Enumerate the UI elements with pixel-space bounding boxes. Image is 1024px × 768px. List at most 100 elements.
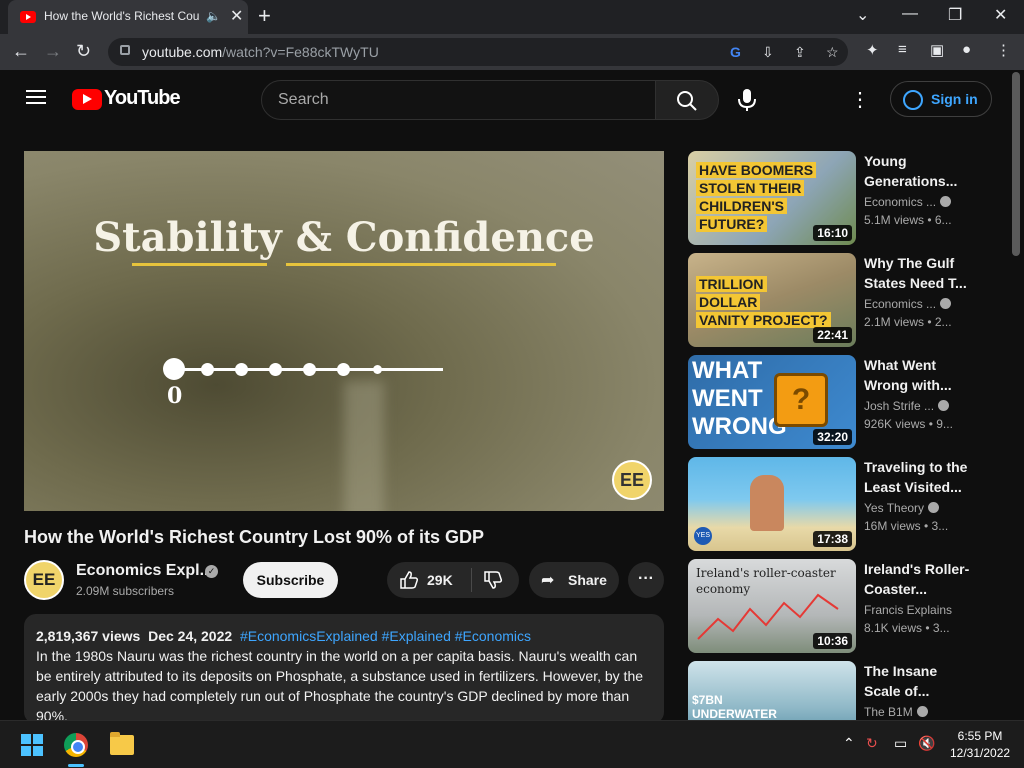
video-title[interactable]: Ireland's Roller-Coaster... [864, 559, 974, 599]
like-count: 29K [427, 572, 453, 588]
chrome-taskbar-icon[interactable] [64, 733, 88, 757]
windows-start-icon[interactable] [21, 734, 43, 756]
channel-name[interactable]: The B1M [864, 705, 974, 719]
new-tab-button[interactable]: + [258, 3, 271, 29]
channel-name[interactable]: Francis Explains [864, 603, 974, 617]
forward-arrow-icon[interactable]: → [44, 41, 62, 62]
timeline-dot [163, 358, 185, 380]
close-window-button[interactable]: ✕ [994, 5, 1007, 25]
loot-box-image: ? [774, 373, 828, 427]
recommended-video[interactable]: HAVE BOOMERS STOLEN THEIR CHILDREN'S FUT… [688, 151, 988, 245]
video-player[interactable]: Stability & Confidence 0 EE [24, 151, 664, 511]
view-stats: 5.1M views • 6... [864, 213, 952, 227]
timeline-dot [373, 365, 382, 374]
url-text[interactable]: youtube.com/watch?v=Fe88ckTWyTU [142, 44, 379, 60]
thumbnail-text: HAVE BOOMERS STOLEN THEIR CHILDREN'S FUT… [696, 161, 817, 233]
video-thumbnail[interactable]: YES 17:38 [688, 457, 856, 551]
video-thumbnail[interactable]: Ireland's roller-coaster economy 10:36 [688, 559, 856, 653]
video-thumbnail[interactable]: $7BN UNDERWATER [688, 661, 856, 720]
view-stats: 926K views • 9... [864, 417, 953, 431]
recommended-video[interactable]: YES 17:38 Traveling to the Least Visited… [688, 457, 988, 551]
video-title[interactable]: Why The Gulf States Need T... [864, 253, 974, 293]
channel-logo-icon: YES [694, 527, 712, 545]
channel-avatar[interactable]: EE [24, 560, 64, 600]
side-panel-icon[interactable]: ▣ [930, 41, 944, 59]
thumbs-down-icon [484, 571, 503, 589]
thumbnail-text: WHAT WENT WRONG [692, 357, 787, 440]
tray-expand-icon[interactable]: ⌃ [843, 735, 855, 752]
install-icon[interactable]: ⇩ [762, 44, 774, 61]
dislike-button[interactable] [483, 571, 503, 592]
title-underline [286, 263, 556, 266]
search-input[interactable]: Search [261, 80, 656, 120]
description-meta: 2,819,367 views Dec 24, 2022 #EconomicsE… [36, 626, 652, 646]
reload-icon[interactable]: ↻ [76, 41, 91, 62]
background-blur [344, 381, 384, 511]
menu-hamburger-icon[interactable] [26, 90, 46, 104]
recommended-video[interactable]: TRILLION DOLLAR VANITY PROJECT? 22:41 Wh… [688, 253, 988, 347]
search-button[interactable] [655, 80, 719, 120]
lock-icon[interactable] [120, 45, 130, 55]
minimize-button[interactable]: — [902, 5, 918, 23]
network-icon[interactable]: ▭ [894, 735, 907, 752]
video-title[interactable]: The Insane Scale of... [864, 661, 974, 701]
recommended-video[interactable]: Ireland's roller-coaster economy 10:36 I… [688, 559, 988, 653]
recommended-video[interactable]: $7BN UNDERWATER The Insane Scale of... T… [688, 661, 988, 720]
restore-button[interactable]: ❐ [948, 5, 962, 25]
like-button[interactable] [399, 571, 419, 592]
verified-check-icon: ✓ [205, 565, 218, 578]
tab-close-icon[interactable]: ✕ [230, 6, 243, 26]
recommended-video[interactable]: WHAT WENT WRONG ? 32:20 What Went Wrong … [688, 355, 988, 449]
timeline-dot [201, 363, 214, 376]
channel-watermark[interactable]: EE [612, 460, 652, 500]
video-title[interactable]: Traveling to the Least Visited... [864, 457, 974, 497]
description-box[interactable]: 2,819,367 views Dec 24, 2022 #EconomicsE… [24, 614, 664, 724]
bookmark-star-icon[interactable]: ☆ [826, 44, 839, 61]
youtube-favicon-icon [20, 11, 36, 23]
channel-name[interactable]: Economics ... [864, 297, 974, 311]
browser-tab[interactable]: How the World's Richest Cou 🔈 ✕ [8, 0, 248, 34]
video-thumbnail[interactable]: WHAT WENT WRONG ? 32:20 [688, 355, 856, 449]
video-thumbnail[interactable]: HAVE BOOMERS STOLEN THEIR CHILDREN'S FUT… [688, 151, 856, 245]
page-scrollbar[interactable] [1008, 70, 1024, 720]
active-app-indicator [68, 764, 84, 767]
subscriber-count: 2.09M subscribers [76, 584, 175, 598]
more-actions-button[interactable]: ··· [628, 562, 664, 598]
extensions-icon[interactable]: ✦ [866, 41, 879, 59]
subscribe-button[interactable]: Subscribe [243, 562, 338, 598]
hashtags[interactable]: #EconomicsExplained #Explained #Economic… [240, 628, 531, 644]
verified-check-icon [938, 400, 950, 411]
scrollbar-thumb[interactable] [1012, 72, 1020, 256]
channel-name[interactable]: Josh Strife ... [864, 399, 974, 413]
sign-in-button[interactable]: Sign in [890, 81, 992, 117]
share-page-icon[interactable]: ⇪ [794, 44, 806, 61]
voice-search-button[interactable] [727, 80, 767, 120]
share-button[interactable]: ➦ Share [529, 562, 619, 598]
video-title[interactable]: Young Generations... [864, 151, 974, 191]
google-lens-icon[interactable]: G [730, 44, 741, 60]
volume-muted-icon[interactable]: 🔇 [918, 735, 935, 752]
search-icon [677, 91, 697, 111]
channel-name[interactable]: Economics ... [864, 195, 974, 209]
profile-icon[interactable]: ● [962, 41, 971, 58]
media-control-icon[interactable]: ≡ [898, 41, 907, 58]
sync-icon[interactable]: ↻ [866, 735, 878, 752]
video-duration: 10:36 [813, 633, 852, 649]
back-arrow-icon[interactable]: ← [12, 41, 30, 62]
youtube-logo-icon[interactable] [72, 89, 102, 110]
channel-name[interactable]: Yes Theory [864, 501, 974, 515]
system-clock[interactable]: 6:55 PM 12/31/2022 [950, 728, 1010, 762]
youtube-logo-text[interactable]: YouTube [104, 87, 181, 110]
search-placeholder: Search [278, 91, 329, 108]
video-title[interactable]: What Went Wrong with... [864, 355, 974, 395]
chrome-menu-icon[interactable]: ⋮ [996, 41, 1011, 59]
video-thumbnail[interactable]: TRILLION DOLLAR VANITY PROJECT? 22:41 [688, 253, 856, 347]
channel-name[interactable]: Economics Expl... [76, 562, 213, 580]
tab-list-icon[interactable]: ⌄ [856, 5, 869, 25]
file-explorer-icon[interactable] [110, 732, 134, 755]
video-duration: 32:20 [813, 429, 852, 445]
settings-dots-icon[interactable]: ⋮ [850, 87, 870, 112]
speaker-icon[interactable]: 🔈 [206, 9, 221, 23]
address-bar[interactable]: youtube.com/watch?v=Fe88ckTWyTU G ⇩ ⇪ ☆ [108, 38, 848, 66]
thumbnail-text: $7BN UNDERWATER [692, 693, 777, 720]
